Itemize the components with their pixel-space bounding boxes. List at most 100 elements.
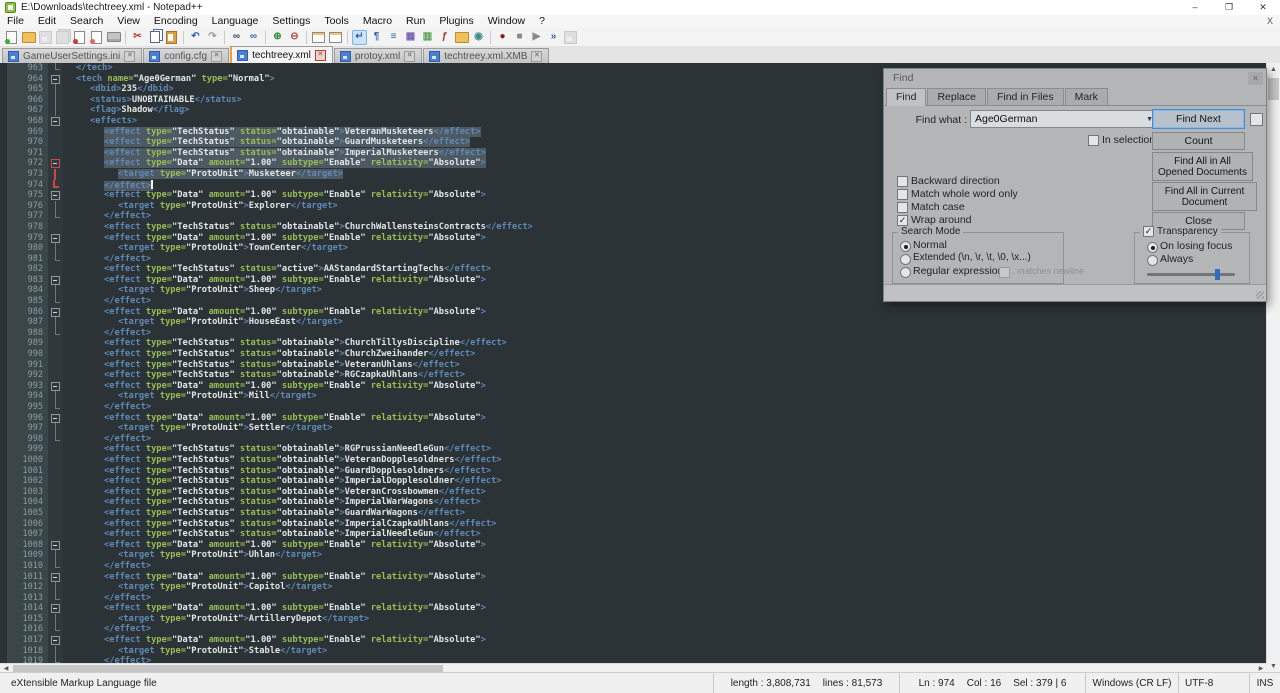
macro-play-icon[interactable]: ▶: [529, 30, 544, 45]
bookmark-margin[interactable]: [0, 158, 7, 169]
paste-icon[interactable]: [164, 30, 179, 45]
bookmark-margin[interactable]: [0, 550, 7, 561]
cut-icon[interactable]: ✂: [130, 30, 145, 45]
editor-line[interactable]: 1004<effect type="TechStatus" status="ob…: [0, 497, 1267, 508]
editor-line[interactable]: 1009<target type="ProtoUnit">Uhlan</targ…: [0, 550, 1267, 561]
menu-run[interactable]: Run: [399, 15, 432, 28]
bookmark-margin[interactable]: [0, 360, 7, 371]
bookmark-margin[interactable]: [0, 370, 7, 381]
fold-margin[interactable]: [48, 550, 63, 561]
mode-normal-radio[interactable]: [900, 241, 911, 252]
tab-find[interactable]: Find: [886, 88, 926, 106]
fold-margin[interactable]: [48, 582, 63, 593]
fold-margin[interactable]: [48, 360, 63, 371]
bookmark-margin[interactable]: [0, 656, 7, 663]
bookmark-margin[interactable]: [0, 635, 7, 646]
tab-config-cfg[interactable]: config.cfg✕: [143, 48, 229, 64]
fold-margin[interactable]: [48, 656, 63, 663]
fold-margin[interactable]: [48, 614, 63, 625]
bookmark-margin[interactable]: [0, 402, 7, 413]
close-all-docs-icon[interactable]: [89, 30, 104, 45]
fold-margin[interactable]: [48, 63, 63, 74]
show-all-characters-icon[interactable]: ¶: [369, 30, 384, 45]
editor-line[interactable]: 986<effect type="Data" amount="1.00" sub…: [0, 307, 1267, 318]
close-doc-icon[interactable]: [72, 30, 87, 45]
editor-line[interactable]: 1014<effect type="Data" amount="1.00" su…: [0, 603, 1267, 614]
tab-gameusersettings-ini[interactable]: GameUserSettings.ini✕: [2, 48, 142, 64]
mode-extended-radio[interactable]: [900, 254, 911, 265]
fold-margin[interactable]: [48, 84, 63, 95]
bookmark-margin[interactable]: [0, 561, 7, 572]
fold-margin[interactable]: [48, 540, 63, 551]
fold-margin[interactable]: [48, 434, 63, 445]
fold-margin[interactable]: [48, 444, 63, 455]
bookmark-margin[interactable]: [0, 466, 7, 477]
bookmark-margin[interactable]: [0, 529, 7, 540]
eol-format-label[interactable]: Windows (CR LF): [1093, 678, 1172, 689]
menu-view[interactable]: View: [110, 15, 147, 28]
tab-close-icon[interactable]: ✕: [124, 51, 135, 62]
fold-collapse-icon[interactable]: [51, 604, 60, 613]
editor-line[interactable]: 990<effect type="TechStatus" status="obt…: [0, 349, 1267, 360]
scroll-up-icon[interactable]: ▲: [1267, 63, 1280, 76]
fold-margin[interactable]: [48, 572, 63, 583]
fold-margin[interactable]: [48, 593, 63, 604]
fold-margin[interactable]: [48, 328, 63, 339]
mode-regex-radio[interactable]: [900, 267, 911, 278]
fold-margin[interactable]: [48, 466, 63, 477]
match-case-checkbox[interactable]: [897, 202, 908, 213]
fold-margin[interactable]: [48, 646, 63, 657]
bookmark-margin[interactable]: [0, 487, 7, 498]
transparency-slider-thumb[interactable]: [1215, 269, 1220, 280]
word-wrap-icon[interactable]: ↵: [352, 30, 367, 45]
fold-collapse-icon[interactable]: [51, 75, 60, 84]
menu-tools[interactable]: Tools: [317, 15, 356, 28]
bookmark-margin[interactable]: [0, 391, 7, 402]
bookmark-margin[interactable]: [0, 434, 7, 445]
menu-encoding[interactable]: Encoding: [147, 15, 205, 28]
editor-line[interactable]: 1003<effect type="TechStatus" status="ob…: [0, 487, 1267, 498]
editor-line[interactable]: 1015<target type="ProtoUnit">ArtilleryDe…: [0, 614, 1267, 625]
bookmark-margin[interactable]: [0, 497, 7, 508]
bookmark-margin[interactable]: [0, 328, 7, 339]
fold-margin[interactable]: [48, 402, 63, 413]
bookmark-margin[interactable]: [0, 116, 7, 127]
fold-margin[interactable]: [48, 169, 63, 180]
find-all-current-button[interactable]: Find All in Current Document: [1152, 182, 1257, 211]
fold-margin[interactable]: [48, 476, 63, 487]
fold-margin[interactable]: [48, 561, 63, 572]
editor-line[interactable]: 993<effect type="Data" amount="1.00" sub…: [0, 381, 1267, 392]
save-all-icon[interactable]: [55, 30, 70, 45]
editor-line[interactable]: 1002<effect type="TechStatus" status="ob…: [0, 476, 1267, 487]
bookmark-margin[interactable]: [0, 63, 7, 74]
function-list-icon[interactable]: ƒ: [437, 30, 452, 45]
macro-stop-icon[interactable]: ■: [512, 30, 527, 45]
bookmark-margin[interactable]: [0, 285, 7, 296]
menu-search[interactable]: Search: [63, 15, 110, 28]
fold-margin[interactable]: [48, 275, 63, 286]
bookmark-margin[interactable]: [0, 413, 7, 424]
always-radio[interactable]: [1147, 255, 1158, 266]
tab-replace[interactable]: Replace: [927, 88, 986, 105]
find-next-side-checkbox[interactable]: [1250, 113, 1263, 126]
fold-margin[interactable]: [48, 296, 63, 307]
match-whole-word-checkbox[interactable]: [897, 189, 908, 200]
tab-close-icon[interactable]: ✕: [404, 51, 415, 62]
menu-macro[interactable]: Macro: [356, 15, 399, 28]
editor-line[interactable]: 1001<effect type="TechStatus" status="ob…: [0, 466, 1267, 477]
editor-line[interactable]: 1008<effect type="Data" amount="1.00" su…: [0, 540, 1267, 551]
fold-collapse-icon[interactable]: [51, 541, 60, 550]
editor-line[interactable]: 991<effect type="TechStatus" status="obt…: [0, 360, 1267, 371]
document-close-icon[interactable]: X: [1267, 16, 1273, 26]
fold-margin[interactable]: [48, 285, 63, 296]
bookmark-margin[interactable]: [0, 74, 7, 85]
editor-line[interactable]: 989<effect type="TechStatus" status="obt…: [0, 338, 1267, 349]
fold-collapse-icon[interactable]: [51, 234, 60, 243]
fold-margin[interactable]: [48, 243, 63, 254]
find-next-button[interactable]: Find Next: [1152, 109, 1245, 129]
fold-collapse-icon[interactable]: [51, 308, 60, 317]
find-all-opened-button[interactable]: Find All in All Opened Documents: [1152, 152, 1253, 181]
fold-margin[interactable]: [48, 307, 63, 318]
editor-line[interactable]: 1012<target type="ProtoUnit">Capitol</ta…: [0, 582, 1267, 593]
open-file-icon[interactable]: [21, 30, 36, 45]
